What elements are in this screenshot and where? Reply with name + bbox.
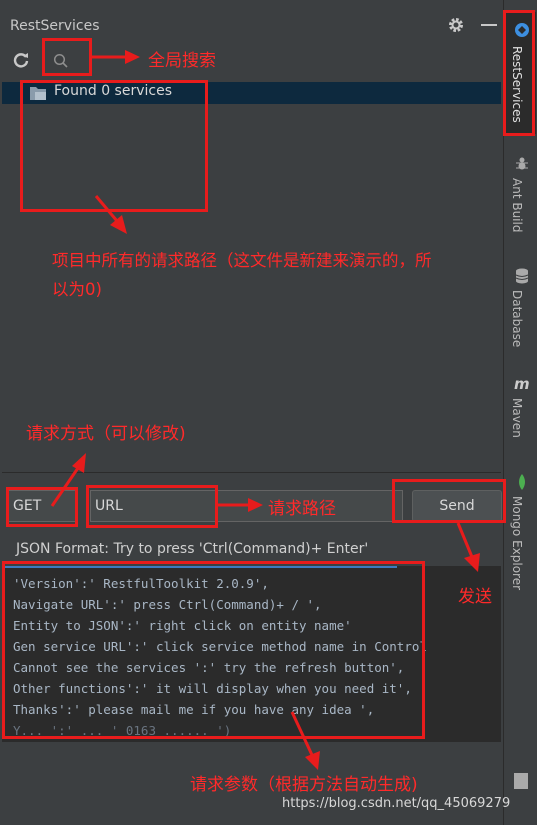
annotation-params: 请求参数（根据方法自动生成) <box>190 775 418 795</box>
annotation-all-paths-2: 以为0) <box>52 280 102 299</box>
annotation-all-paths-1: 项目中所有的请求路径（这文件是新建来演示的，所 <box>52 251 432 270</box>
annotation-send: 发送 <box>458 587 492 607</box>
annotation-global-search: 全局搜索 <box>148 51 216 71</box>
annotation-method: 请求方式（可以修改) <box>26 424 186 444</box>
annotation-arrows <box>50 50 480 770</box>
watermark: https://blog.csdn.net/qq_45069279 <box>282 796 511 811</box>
annotation-path: 请求路径 <box>268 499 336 519</box>
